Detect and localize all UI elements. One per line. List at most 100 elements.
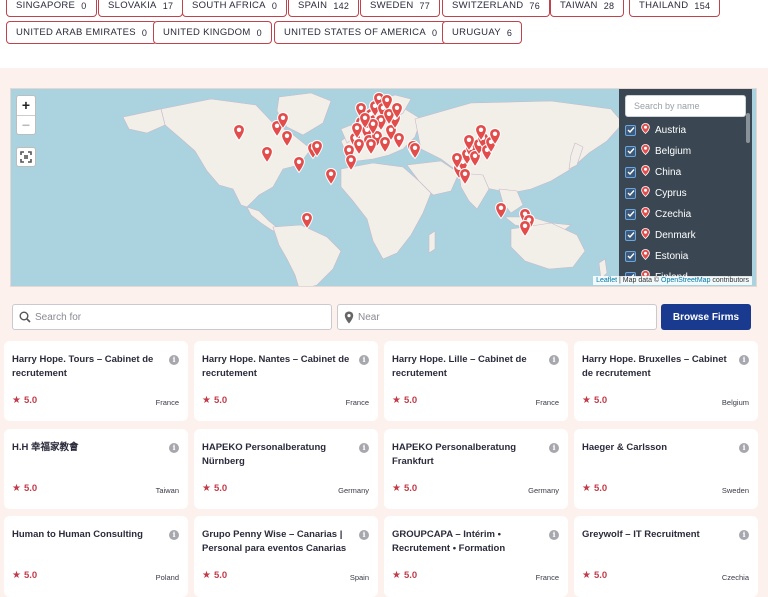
chip-switzerland[interactable]: SWITZERLAND 76 — [442, 0, 551, 17]
firm-name[interactable]: HAPEKO Personalberatung Nürnberg — [202, 441, 352, 469]
panel-scrollbar[interactable] — [746, 113, 750, 143]
chip-singapore[interactable]: SINGAPORE 0 — [6, 0, 97, 17]
checkbox-checked-icon[interactable] — [625, 229, 636, 241]
chip-slovakia[interactable]: SLOVAKIA 17 — [98, 0, 184, 17]
marker-icon — [641, 249, 650, 263]
star-icon: ★ — [202, 483, 211, 494]
near-input[interactable] — [358, 311, 638, 323]
firm-card[interactable]: HAPEKO Personalberatung Nürnberg i ★ 5.0 Ger… — [194, 429, 378, 509]
marker-icon — [641, 186, 650, 200]
country-layer-item[interactable]: Denmark — [625, 226, 696, 244]
fullscreen-button[interactable] — [16, 147, 36, 167]
firm-card[interactable]: Harry Hope. Lille – Cabinet de recruteme… — [384, 341, 568, 421]
firm-country: Germany — [528, 486, 559, 495]
firm-card[interactable]: H.H 幸福家教會 i ★ 5.0 Taiwan — [4, 429, 188, 509]
chip-united-kingdom[interactable]: UNITED KINGDOM 0 — [153, 21, 272, 44]
browse-firms-button[interactable]: Browse Firms — [661, 304, 751, 330]
openstreetmap-link[interactable]: OpenStreetMap — [661, 277, 710, 284]
chip-uruguay[interactable]: URUGUAY 6 — [442, 21, 523, 44]
info-icon[interactable]: i — [739, 355, 749, 365]
firm-rating: ★ 5.0 — [582, 570, 608, 581]
firm-name[interactable]: Haeger & Carlsson — [582, 441, 732, 455]
fullscreen-icon — [20, 151, 32, 163]
info-icon[interactable]: i — [549, 530, 559, 540]
country-layer-item[interactable]: Estonia — [625, 247, 688, 265]
firm-name[interactable]: Harry Hope. Nantes – Cabinet de recrutem… — [202, 353, 352, 381]
firm-name[interactable]: Harry Hope. Tours – Cabinet de recruteme… — [12, 353, 162, 381]
firm-card[interactable]: Grupo Penny Wise – Canarias | Personal p… — [194, 516, 378, 597]
search-for-field[interactable] — [12, 304, 332, 330]
star-icon: ★ — [202, 570, 211, 581]
info-icon[interactable]: i — [739, 443, 749, 453]
search-input[interactable] — [35, 311, 315, 323]
firm-rating: ★ 5.0 — [582, 395, 608, 406]
checkbox-checked-icon[interactable] — [625, 208, 636, 220]
map-marker-icon[interactable] — [409, 141, 421, 160]
country-layer-item[interactable]: Austria — [625, 121, 686, 139]
firm-card[interactable]: Harry Hope. Bruxelles – Cabinet de recru… — [574, 341, 758, 421]
country-layer-item[interactable]: Belgium — [625, 142, 691, 160]
firm-name[interactable]: Human to Human Consulting — [12, 528, 162, 542]
firm-card[interactable]: Greywolf – IT Recruitment i ★ 5.0 Czechia — [574, 516, 758, 597]
firm-country: France — [155, 398, 179, 407]
firm-card[interactable]: Human to Human Consulting i ★ 5.0 Poland — [4, 516, 188, 597]
star-icon: ★ — [392, 570, 401, 581]
country-layer-label: Belgium — [655, 145, 692, 157]
country-search-input[interactable] — [625, 95, 746, 117]
firm-rating: ★ 5.0 — [392, 483, 418, 494]
marker-icon — [641, 144, 650, 158]
checkbox-checked-icon[interactable] — [625, 124, 636, 136]
map-marker-icon[interactable] — [495, 201, 507, 220]
info-icon[interactable]: i — [739, 530, 749, 540]
firm-name[interactable]: Harry Hope. Lille – Cabinet de recruteme… — [392, 353, 542, 381]
checkbox-checked-icon[interactable] — [625, 166, 636, 178]
firm-name[interactable]: H.H 幸福家教會 — [12, 441, 162, 455]
chip-united-states[interactable]: UNITED STATES OF AMERICA 0 — [274, 21, 448, 44]
chip-thailand[interactable]: THAILAND 154 — [629, 0, 721, 17]
country-layer-item[interactable]: Czechia — [625, 205, 691, 223]
chip-taiwan[interactable]: TAIWAN 28 — [550, 0, 625, 17]
info-icon[interactable]: i — [359, 443, 369, 453]
chip-united-arab-emirates[interactable]: UNITED ARAB EMIRATES 0 — [6, 21, 158, 44]
firms-map[interactable]: + − Austria Belgium China Cyprus Czechia Denm… — [10, 88, 757, 287]
checkbox-checked-icon[interactable] — [625, 250, 636, 262]
info-icon[interactable]: i — [169, 530, 179, 540]
firm-name[interactable]: Greywolf – IT Recruitment — [582, 528, 732, 542]
firm-name[interactable]: HAPEKO Personalberatung Frankfurt — [392, 441, 542, 469]
firm-card[interactable]: GROUPCAPA – Intérim • Recrutement • Form… — [384, 516, 568, 597]
info-icon[interactable]: i — [359, 355, 369, 365]
chip-sweden[interactable]: SWEDEN 77 — [360, 0, 441, 17]
firm-card[interactable]: Harry Hope. Nantes – Cabinet de recrutem… — [194, 341, 378, 421]
info-icon[interactable]: i — [169, 443, 179, 453]
info-icon[interactable]: i — [549, 355, 559, 365]
checkbox-checked-icon[interactable] — [625, 145, 636, 157]
near-field[interactable] — [337, 304, 657, 330]
country-layer-item[interactable]: Cyprus — [625, 184, 687, 202]
zoom-in-button[interactable]: + — [17, 96, 35, 115]
country-layer-label: China — [655, 166, 682, 178]
country-layer-item[interactable]: China — [625, 163, 681, 181]
map-marker-icon[interactable] — [293, 155, 305, 174]
leaflet-link[interactable]: Leaflet — [596, 277, 617, 284]
chip-spain[interactable]: SPAIN 142 — [288, 0, 360, 17]
firm-card[interactable]: Harry Hope. Tours – Cabinet de recruteme… — [4, 341, 188, 421]
country-layer-label: Czechia — [655, 208, 692, 220]
firm-rating: ★ 5.0 — [392, 395, 418, 406]
info-icon[interactable]: i — [169, 355, 179, 365]
firm-card[interactable]: Haeger & Carlsson i ★ 5.0 Sweden — [574, 429, 758, 509]
firm-name[interactable]: GROUPCAPA – Intérim • Recrutement • Form… — [392, 528, 542, 556]
firm-name[interactable]: Harry Hope. Bruxelles – Cabinet de recru… — [582, 353, 732, 381]
map-attribution: Leaflet | Map data © OpenStreetMap contr… — [593, 276, 752, 285]
info-icon[interactable]: i — [549, 443, 559, 453]
map-marker-icon[interactable] — [325, 167, 337, 186]
search-icon — [19, 311, 31, 323]
firm-name[interactable]: Grupo Penny Wise – Canarias | Personal p… — [202, 528, 352, 556]
firm-card[interactable]: HAPEKO Personalberatung Frankfurt i ★ 5.0 Ge… — [384, 429, 568, 509]
firm-country: France — [345, 398, 369, 407]
checkbox-checked-icon[interactable] — [625, 187, 636, 199]
zoom-out-button[interactable]: − — [17, 115, 35, 134]
firm-rating: ★ 5.0 — [12, 483, 38, 494]
chip-south-africa[interactable]: SOUTH AFRICA 0 — [182, 0, 288, 17]
firm-rating: ★ 5.0 — [392, 570, 418, 581]
info-icon[interactable]: i — [359, 530, 369, 540]
